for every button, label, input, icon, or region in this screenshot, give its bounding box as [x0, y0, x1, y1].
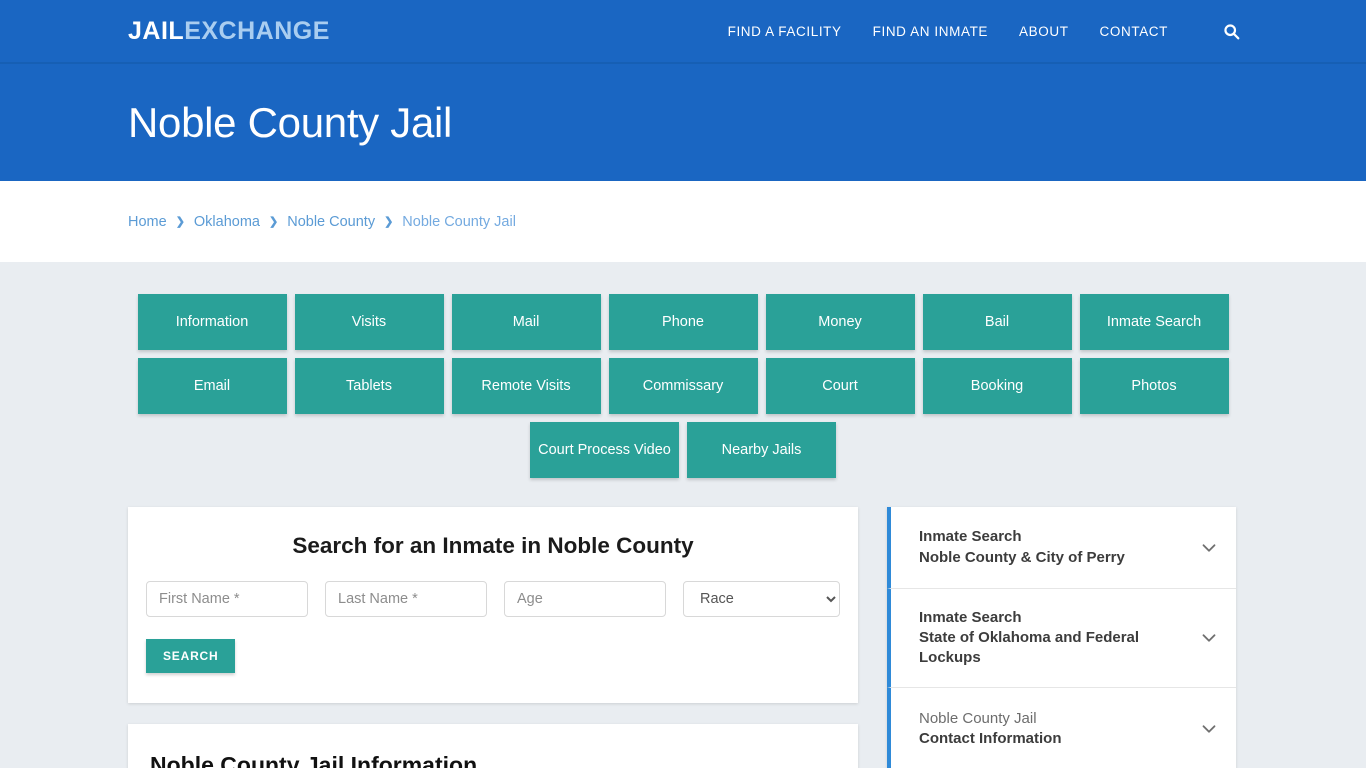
accordion-line-2: Noble County & City of Perry: [919, 548, 1125, 566]
logo-text-jail: JAIL: [128, 16, 185, 45]
section-button-information[interactable]: Information: [137, 294, 287, 350]
left-column: Search for an Inmate in Noble County Rac…: [128, 507, 858, 768]
nav-item-contact[interactable]: CONTACT: [1100, 24, 1168, 39]
search-submit-button[interactable]: SEARCH: [146, 639, 236, 673]
accordion-line-1: Inmate Search: [919, 609, 1022, 626]
inmate-search-card: Search for an Inmate in Noble County Rac…: [128, 507, 858, 703]
accordion-item-label: Inmate Search State of Oklahoma and Fede…: [919, 608, 1188, 668]
chevron-right-icon: ❯: [175, 216, 185, 228]
section-button-court-process-video[interactable]: Court Process Video: [530, 422, 679, 478]
chevron-down-icon[interactable]: [1198, 537, 1220, 559]
page-title: Noble County Jail: [128, 98, 453, 146]
jail-information-heading: Noble County Jail Information: [150, 752, 478, 768]
nav-item-about[interactable]: ABOUT: [1019, 24, 1069, 39]
breadcrumb-item-oklahoma[interactable]: Oklahoma: [194, 214, 260, 230]
section-button-visits[interactable]: Visits: [294, 294, 444, 350]
accordion-line-2: Contact Information: [919, 730, 1062, 748]
accordion-item-inmate-search-county[interactable]: Inmate Search Noble County & City of Per…: [887, 507, 1236, 589]
nav-item-find-an-inmate[interactable]: FIND AN INMATE: [873, 24, 988, 39]
breadcrumb-band: Home ❯ Oklahoma ❯ Noble County ❯ Noble C…: [0, 181, 1366, 262]
search-icon[interactable]: [1223, 23, 1240, 40]
facility-buttons-row-2: Email Tablets Remote Visits Commissary C…: [128, 358, 1238, 414]
chevron-down-icon[interactable]: [1198, 718, 1220, 740]
section-button-bail[interactable]: Bail: [922, 294, 1072, 350]
inmate-search-fields: Race: [146, 581, 840, 617]
nav-item-find-a-facility[interactable]: FIND A FACILITY: [728, 24, 842, 39]
first-name-input[interactable]: [146, 581, 308, 617]
chevron-right-icon: ❯: [269, 216, 279, 228]
section-button-commissary[interactable]: Commissary: [608, 358, 758, 414]
section-button-mail[interactable]: Mail: [451, 294, 601, 350]
breadcrumb-item-noble-county[interactable]: Noble County: [287, 214, 375, 230]
section-button-remote-visits[interactable]: Remote Visits: [451, 358, 601, 414]
section-button-booking[interactable]: Booking: [922, 358, 1072, 414]
sidebar-accordion: Inmate Search Noble County & City of Per…: [887, 507, 1236, 768]
breadcrumb-item-noble-county-jail[interactable]: Noble County Jail: [402, 214, 516, 230]
section-button-phone[interactable]: Phone: [608, 294, 758, 350]
breadcrumb: Home ❯ Oklahoma ❯ Noble County ❯ Noble C…: [128, 214, 516, 230]
section-button-email[interactable]: Email: [137, 358, 287, 414]
page-hero: Noble County Jail: [0, 64, 1366, 181]
age-input[interactable]: [504, 581, 666, 617]
jail-information-card: Noble County Jail Information: [128, 724, 858, 768]
last-name-input[interactable]: [325, 581, 487, 617]
breadcrumb-item-home[interactable]: Home: [128, 214, 167, 230]
logo-text-exchange: EXCHANGE: [184, 16, 330, 45]
main-columns: Search for an Inmate in Noble County Rac…: [128, 507, 1238, 768]
section-button-court[interactable]: Court: [765, 358, 915, 414]
section-button-money[interactable]: Money: [765, 294, 915, 350]
section-button-inmate-search[interactable]: Inmate Search: [1079, 294, 1229, 350]
accordion-line-2: State of Oklahoma and Federal Lockups: [919, 629, 1140, 667]
accordion-item-label: Inmate Search Noble County & City of Per…: [919, 527, 1188, 567]
inmate-search-heading: Search for an Inmate in Noble County: [292, 533, 694, 558]
facility-buttons-row-1: Information Visits Mail Phone Money Bail…: [128, 294, 1238, 350]
site-header: JAILEXCHANGE FIND A FACILITY FIND AN INM…: [0, 0, 1366, 64]
facility-buttons-row-3: Court Process Video Nearby Jails: [128, 422, 1238, 478]
page-content: Information Visits Mail Phone Money Bail…: [0, 262, 1366, 768]
accordion-line-1: Inmate Search: [919, 528, 1022, 546]
chevron-down-icon[interactable]: [1198, 627, 1220, 649]
right-sidebar: Inmate Search Noble County & City of Per…: [887, 507, 1236, 768]
section-button-nearby-jails[interactable]: Nearby Jails: [687, 422, 836, 478]
chevron-right-icon: ❯: [384, 216, 394, 228]
site-logo[interactable]: JAILEXCHANGE: [128, 17, 330, 46]
accordion-item-contact-information[interactable]: Noble County Jail Contact Information: [887, 688, 1236, 768]
section-button-photos[interactable]: Photos: [1079, 358, 1229, 414]
accordion-line-1: Noble County Jail: [919, 710, 1037, 728]
accordion-item-label: Noble County Jail Contact Information: [919, 709, 1188, 749]
facility-section-buttons: Information Visits Mail Phone Money Bail…: [128, 294, 1238, 478]
accordion-item-inmate-search-state[interactable]: Inmate Search State of Oklahoma and Fede…: [887, 589, 1236, 689]
section-button-tablets[interactable]: Tablets: [294, 358, 444, 414]
race-select[interactable]: Race: [683, 581, 840, 617]
main-navigation: FIND A FACILITY FIND AN INMATE ABOUT CON…: [728, 23, 1240, 40]
